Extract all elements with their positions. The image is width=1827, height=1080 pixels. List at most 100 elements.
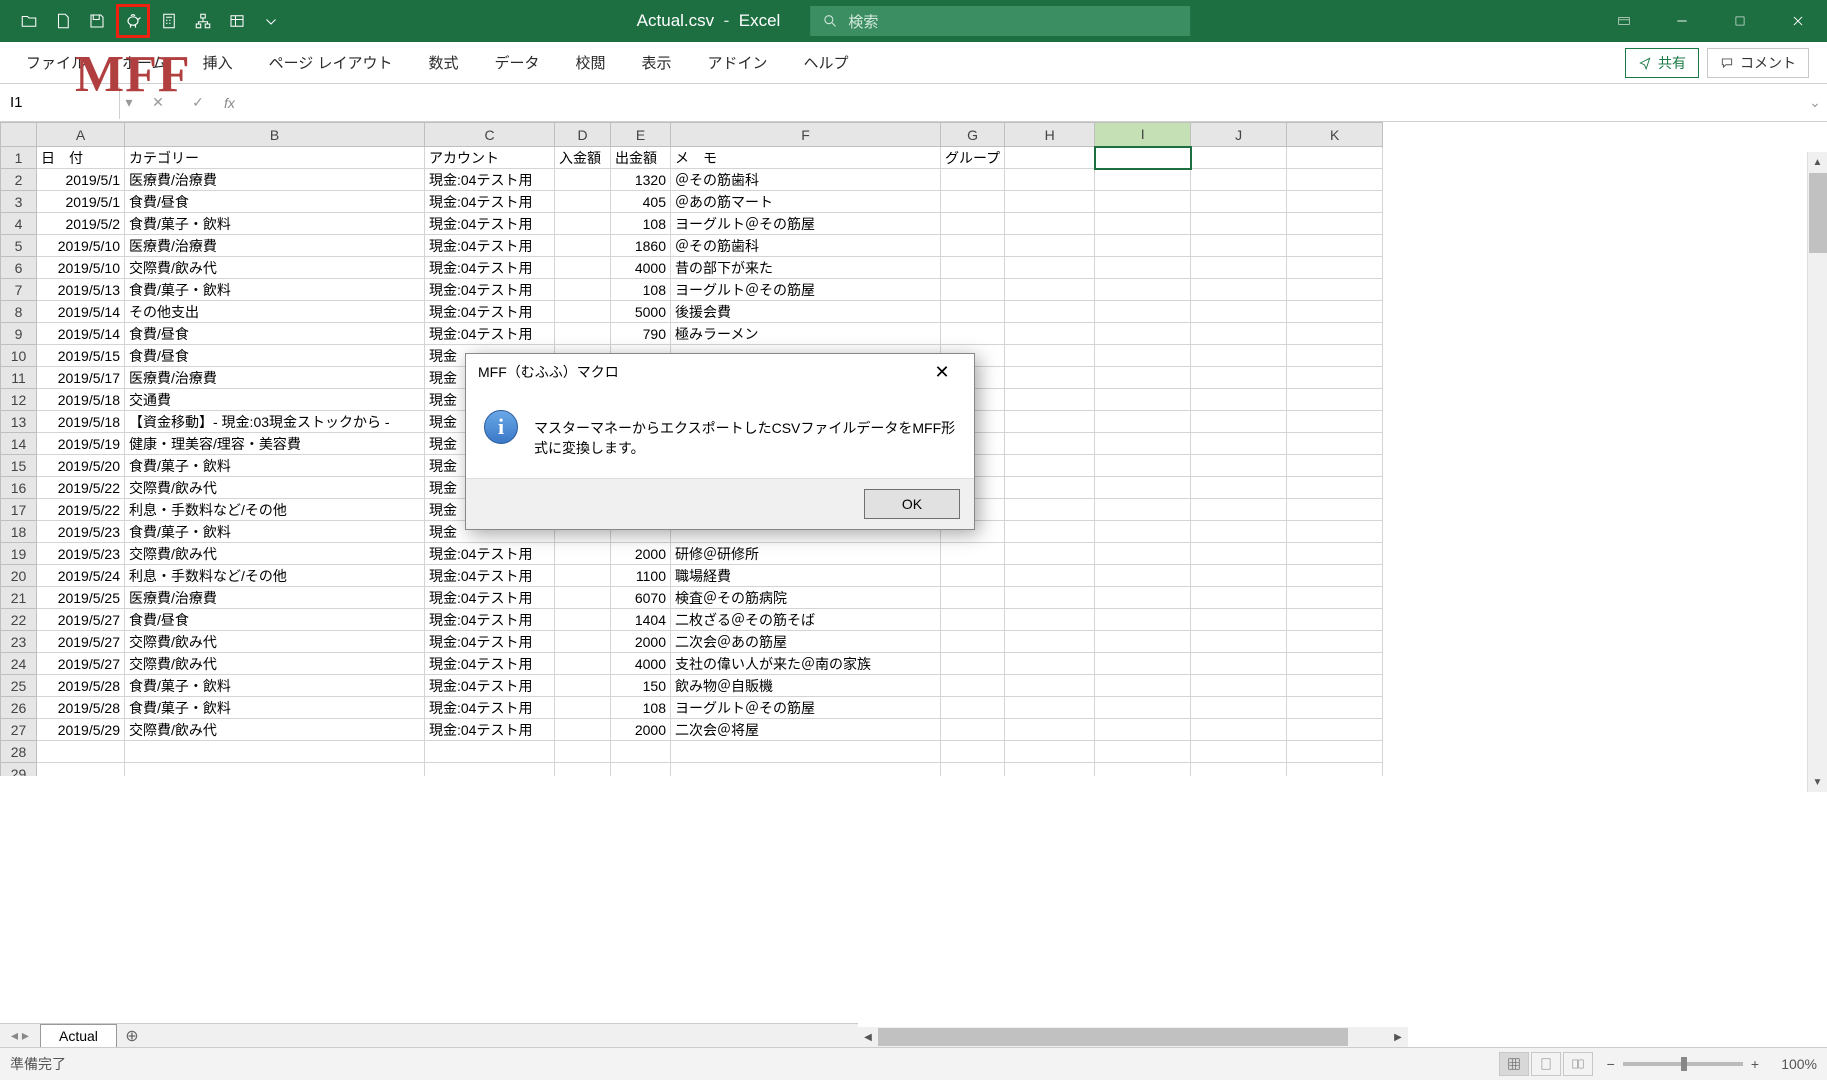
normal-view-icon[interactable] [1499, 1052, 1529, 1076]
cell[interactable] [1095, 213, 1191, 235]
cell[interactable] [1287, 191, 1383, 213]
cell[interactable]: 2019/5/28 [37, 675, 125, 697]
cell[interactable] [1191, 323, 1287, 345]
cell[interactable] [555, 697, 611, 719]
cell[interactable] [1005, 697, 1095, 719]
cell[interactable]: 食費/菓子・飲料 [125, 675, 425, 697]
cell[interactable] [941, 279, 1005, 301]
cell[interactable] [555, 279, 611, 301]
cell[interactable] [1287, 411, 1383, 433]
cell[interactable]: 2019/5/22 [37, 477, 125, 499]
cell[interactable] [1095, 411, 1191, 433]
horizontal-scrollbar[interactable]: ◀ ▶ [858, 1027, 1408, 1047]
cell[interactable]: 1860 [611, 235, 671, 257]
cell[interactable] [425, 741, 555, 763]
cell[interactable]: 職場経費 [671, 565, 941, 587]
scroll-left-icon[interactable]: ◀ [858, 1027, 878, 1047]
cell[interactable]: 2019/5/18 [37, 411, 125, 433]
cell[interactable] [941, 653, 1005, 675]
cell[interactable] [1191, 653, 1287, 675]
row-header-29[interactable]: 29 [1, 763, 37, 777]
cell[interactable] [555, 191, 611, 213]
row-header-5[interactable]: 5 [1, 235, 37, 257]
cell[interactable] [941, 719, 1005, 741]
cell[interactable] [1287, 279, 1383, 301]
cell[interactable] [671, 741, 941, 763]
formula-expand-icon[interactable]: ⌄ [1803, 94, 1827, 111]
ok-button[interactable]: OK [864, 489, 960, 519]
open-icon[interactable] [14, 6, 44, 36]
cell[interactable] [1095, 455, 1191, 477]
cell[interactable]: 108 [611, 279, 671, 301]
share-button[interactable]: 共有 [1625, 48, 1699, 78]
cell[interactable]: 現金:04テスト用 [425, 631, 555, 653]
tab-review[interactable]: 校閲 [558, 52, 624, 73]
cell[interactable]: 2019/5/10 [37, 235, 125, 257]
tab-addins[interactable]: アドイン [690, 52, 786, 73]
cell[interactable]: 2019/5/1 [37, 191, 125, 213]
cell[interactable] [1191, 257, 1287, 279]
cell[interactable] [1095, 609, 1191, 631]
cell[interactable]: その他支出 [125, 301, 425, 323]
col-header-C[interactable]: C [425, 123, 555, 147]
name-box[interactable]: I1 [0, 87, 120, 119]
cell[interactable] [1287, 543, 1383, 565]
cell[interactable] [1191, 411, 1287, 433]
cell[interactable] [1095, 257, 1191, 279]
fx-icon[interactable]: fx [218, 95, 241, 111]
cell[interactable] [1287, 565, 1383, 587]
cell[interactable] [1095, 323, 1191, 345]
cell[interactable] [1005, 653, 1095, 675]
cell[interactable] [941, 543, 1005, 565]
scroll-up-icon[interactable]: ▲ [1808, 152, 1827, 172]
cell[interactable] [1191, 697, 1287, 719]
cell[interactable] [1191, 367, 1287, 389]
col-header-B[interactable]: B [125, 123, 425, 147]
cell[interactable] [1191, 543, 1287, 565]
cell[interactable] [941, 169, 1005, 191]
page-break-view-icon[interactable] [1563, 1052, 1593, 1076]
cell[interactable] [1287, 609, 1383, 631]
cell[interactable]: ＠その筋歯科 [671, 169, 941, 191]
cell[interactable]: 検査＠その筋病院 [671, 587, 941, 609]
cell[interactable] [555, 543, 611, 565]
cell[interactable] [611, 763, 671, 777]
col-header-A[interactable]: A [37, 123, 125, 147]
cell[interactable] [555, 763, 611, 777]
cell[interactable] [941, 609, 1005, 631]
cell[interactable] [1095, 631, 1191, 653]
cell[interactable]: カテゴリー [125, 147, 425, 169]
cell[interactable] [1005, 477, 1095, 499]
cell[interactable]: 2019/5/29 [37, 719, 125, 741]
cell[interactable] [941, 565, 1005, 587]
cell[interactable]: 交際費/飲み代 [125, 631, 425, 653]
new-file-icon[interactable] [48, 6, 78, 36]
cell[interactable]: 2019/5/27 [37, 609, 125, 631]
cell[interactable]: 【資金移動】- 現金:03現金ストックから - [125, 411, 425, 433]
row-header-24[interactable]: 24 [1, 653, 37, 675]
cell[interactable]: 交通費 [125, 389, 425, 411]
row-header-11[interactable]: 11 [1, 367, 37, 389]
cell[interactable]: 2019/5/15 [37, 345, 125, 367]
cell[interactable] [941, 323, 1005, 345]
cell[interactable]: 交際費/飲み代 [125, 653, 425, 675]
cell[interactable] [1095, 675, 1191, 697]
row-header-26[interactable]: 26 [1, 697, 37, 719]
cell[interactable] [555, 741, 611, 763]
ribbon-display-icon[interactable] [1595, 0, 1653, 42]
cell[interactable]: 現金:04テスト用 [425, 301, 555, 323]
cell[interactable]: 現金:04テスト用 [425, 191, 555, 213]
cell[interactable] [1287, 345, 1383, 367]
cell[interactable] [555, 719, 611, 741]
cell[interactable] [1287, 433, 1383, 455]
cell[interactable] [1191, 345, 1287, 367]
col-header-I[interactable]: I [1095, 123, 1191, 147]
cell[interactable]: 二次会＠将屋 [671, 719, 941, 741]
row-header-2[interactable]: 2 [1, 169, 37, 191]
cell[interactable] [1005, 543, 1095, 565]
cell[interactable] [555, 213, 611, 235]
cancel-formula-icon[interactable]: ✕ [138, 87, 178, 119]
cell[interactable] [671, 763, 941, 777]
cell[interactable] [555, 653, 611, 675]
scroll-down-icon[interactable]: ▼ [1808, 772, 1827, 792]
